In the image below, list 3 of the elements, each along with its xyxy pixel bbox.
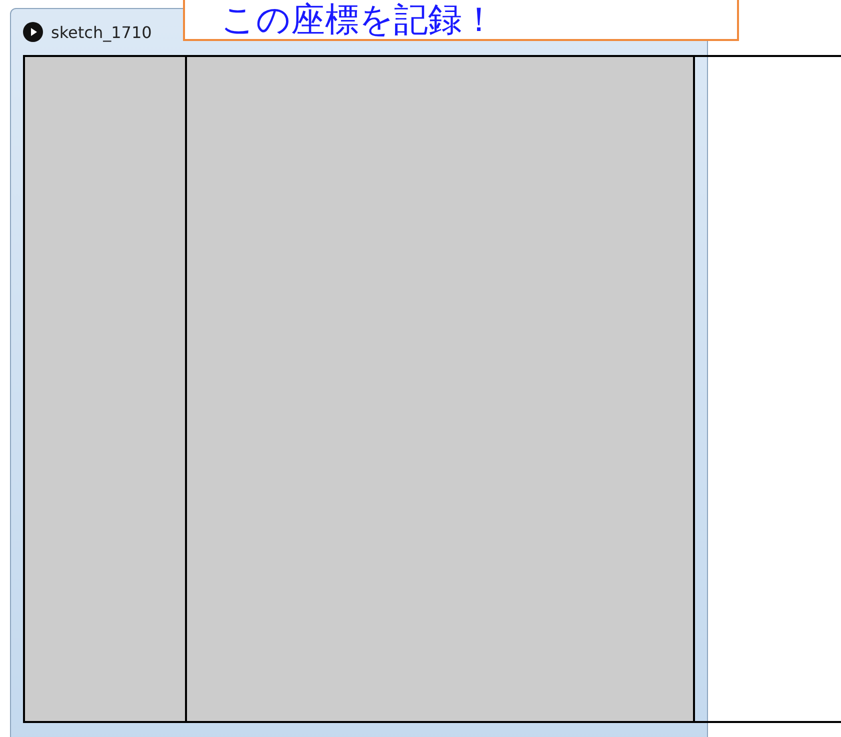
window-title: sketch_1710 [51,22,152,42]
play-icon [23,22,43,42]
callout-text: この座標を記録！ [221,2,496,36]
